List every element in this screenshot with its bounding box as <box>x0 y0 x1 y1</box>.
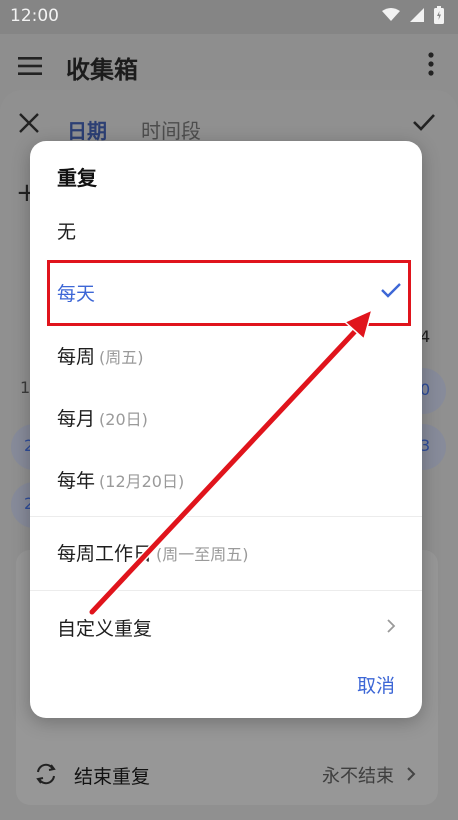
annotation-arrow <box>88 308 374 616</box>
